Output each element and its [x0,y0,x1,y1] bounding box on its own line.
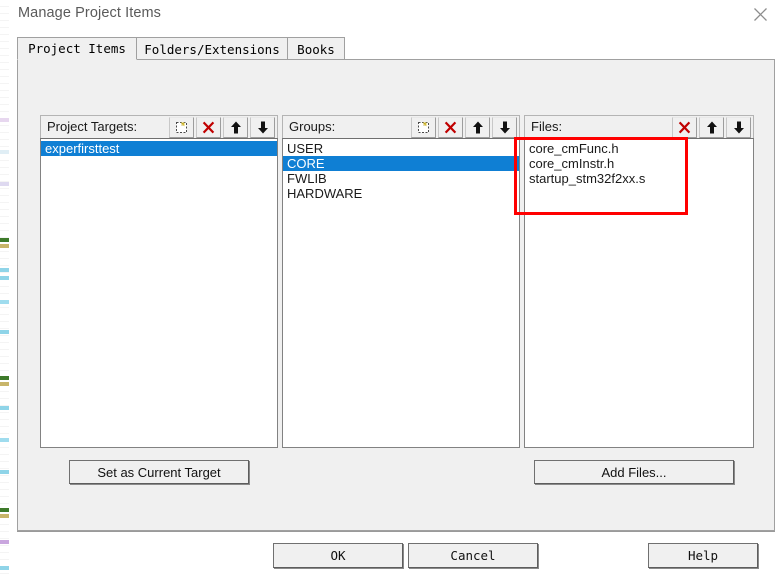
list-item[interactable]: USER [283,141,519,156]
project-targets-list[interactable]: experfirsttest [40,138,278,448]
list-item[interactable]: core_cmFunc.h [525,141,753,156]
new-item-icon[interactable] [411,117,436,138]
delete-icon[interactable] [672,117,697,138]
list-item-label: experfirsttest [45,141,120,156]
groups-column: Groups: USER CORE FWLIB HARDWARE [282,115,520,448]
files-list[interactable]: core_cmFunc.h core_cmInstr.h startup_stm… [524,138,754,448]
footer-separator [17,531,775,535]
move-down-icon[interactable] [726,117,751,138]
list-item[interactable]: startup_stm32f2xx.s [525,171,753,186]
tab-folders-extensions[interactable]: Folders/Extensions [136,37,288,60]
list-item[interactable]: HARDWARE [283,186,519,201]
list-item-label: USER [287,141,324,156]
project-targets-label: Project Targets: [47,119,138,134]
tab-page-project-items: Project Targets: experfirsttest Groups: … [17,59,775,531]
cancel-label: Cancel [450,548,496,563]
title-bar: Manage Project Items [9,0,783,29]
delete-icon[interactable] [196,117,221,138]
tab-label: Folders/Extensions [144,41,280,57]
list-item-label: CORE [287,156,325,171]
close-icon[interactable] [738,0,783,29]
list-item[interactable]: core_cmInstr.h [525,156,753,171]
move-up-icon[interactable] [465,117,490,138]
list-item-label: FWLIB [287,171,327,186]
set-as-current-target-label: Set as Current Target [97,464,221,480]
list-item-label: core_cmInstr.h [529,156,615,171]
add-files-button[interactable]: Add Files... [534,460,734,484]
project-targets-column: Project Targets: experfirsttest [40,115,278,448]
move-up-icon[interactable] [699,117,724,138]
move-up-icon[interactable] [223,117,248,138]
tab-label: Project Items [28,41,126,56]
tab-strip: Project Items Folders/Extensions Books [17,37,775,60]
move-down-icon[interactable] [492,117,517,138]
window-title: Manage Project Items [18,5,162,21]
groups-header: Groups: [282,115,520,138]
groups-list[interactable]: USER CORE FWLIB HARDWARE [282,138,520,448]
tab-books[interactable]: Books [287,37,345,60]
move-down-icon[interactable] [250,117,275,138]
screen: Manage Project Items Project Items Folde… [0,0,783,580]
tab-project-items[interactable]: Project Items [17,37,137,60]
files-column: Files: core_cmFunc.h core_cmInstr.h star… [524,115,754,448]
list-item[interactable]: experfirsttest [41,141,277,156]
add-files-label: Add Files... [601,464,667,480]
ok-button[interactable]: OK [273,543,403,568]
help-button[interactable]: Help [648,543,758,568]
files-label: Files: [531,119,563,134]
set-as-current-target-button[interactable]: Set as Current Target [69,460,249,484]
groups-label: Groups: [289,119,336,134]
list-item[interactable]: FWLIB [283,171,519,186]
ok-label: OK [330,548,346,563]
background-editor-sliver [0,0,9,580]
delete-icon[interactable] [438,117,463,138]
tab-label: Books [297,41,335,57]
new-item-icon[interactable] [169,117,194,138]
help-label: Help [687,548,719,563]
project-targets-header: Project Targets: [40,115,278,138]
files-header: Files: [524,115,754,138]
list-item-label: core_cmFunc.h [529,141,619,156]
list-item[interactable]: CORE [283,156,519,171]
manage-project-items-dialog: Manage Project Items Project Items Folde… [9,0,783,580]
list-item-label: HARDWARE [287,186,363,201]
cancel-button[interactable]: Cancel [408,543,538,568]
list-item-label: startup_stm32f2xx.s [529,171,646,186]
